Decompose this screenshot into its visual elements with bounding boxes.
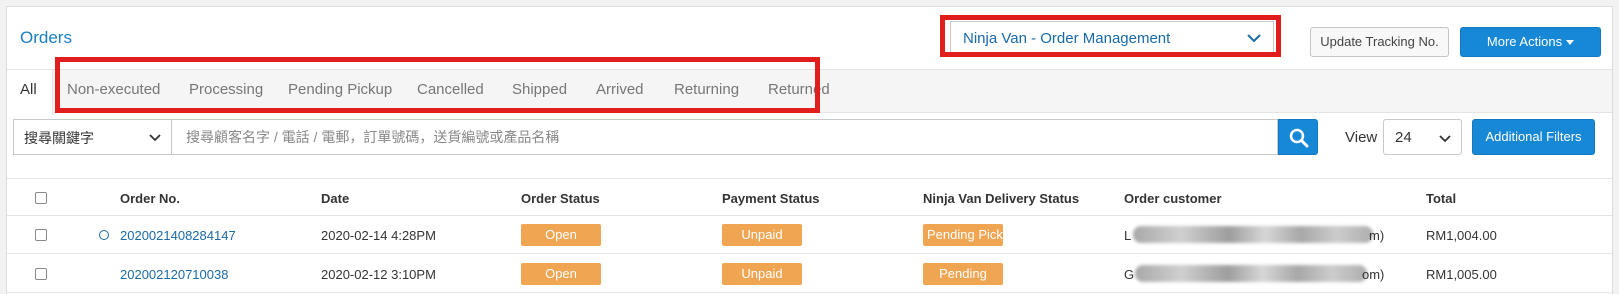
keyword-select-value: 搜尋關鍵字 [24, 130, 94, 146]
view-label: View [1345, 129, 1378, 146]
customer-name-end: om) [1362, 267, 1385, 282]
customer-name-start: G [1124, 267, 1135, 282]
column-order-no[interactable]: Order No. [120, 191, 180, 206]
customer-name-end: m) [1369, 228, 1385, 243]
order-total: RM1,005.00 [1426, 267, 1497, 282]
additional-filters-button[interactable]: Additional Filters [1472, 119, 1595, 155]
status-tabbar: All Non-executed Processing Pending Pick… [7, 69, 1612, 115]
table-header: Order No. Date Order Status Payment Stat… [7, 178, 1612, 216]
more-actions-label: More Actions [1486, 34, 1563, 49]
more-actions-button[interactable]: More Actions [1460, 27, 1601, 57]
update-tracking-button[interactable]: Update Tracking No. [1310, 27, 1449, 57]
column-date[interactable]: Date [321, 191, 349, 206]
order-number-link[interactable]: 202002120710038 [120, 267, 228, 282]
order-date: 2020-02-12 3:10PM [321, 267, 436, 282]
search-input[interactable] [171, 119, 1278, 155]
chevron-down-icon [1439, 135, 1451, 143]
channel-select-value: Ninja Van - Order Management [963, 30, 1171, 47]
customer-name-start: L [1124, 228, 1132, 243]
order-status-badge: Open [521, 263, 601, 285]
delivery-status-badge: Pending [923, 263, 1003, 285]
page-title: Orders [20, 28, 72, 47]
column-total[interactable]: Total [1426, 191, 1456, 206]
delivery-status-badge: Pending Pickup [923, 224, 1003, 246]
table-row[interactable]: 202002120710038 2020-02-12 3:10PM Open U… [7, 255, 1612, 293]
keyword-select[interactable]: 搜尋關鍵字 [13, 119, 171, 155]
tab-returned[interactable]: Returned [768, 81, 830, 98]
tab-shipped[interactable]: Shipped [512, 81, 567, 98]
tab-processing[interactable]: Processing [189, 81, 263, 98]
tab-arrived[interactable]: Arrived [596, 81, 644, 98]
order-total: RM1,004.00 [1426, 228, 1497, 243]
table-row[interactable]: 2020021408284147 2020-02-14 4:28PM Open … [7, 216, 1612, 254]
search-icon [1289, 128, 1309, 148]
order-number-link[interactable]: 2020021408284147 [120, 228, 236, 243]
status-circle-icon [99, 230, 109, 240]
view-count-value: 24 [1395, 129, 1412, 146]
tab-returning[interactable]: Returning [674, 81, 739, 98]
chevron-down-icon [149, 134, 161, 142]
customer-redaction [1135, 265, 1367, 282]
column-order-status[interactable]: Order Status [521, 191, 600, 206]
channel-select[interactable]: Ninja Van - Order Management [950, 21, 1274, 55]
order-date: 2020-02-14 4:28PM [321, 228, 436, 243]
row-checkbox[interactable] [35, 268, 47, 280]
search-button[interactable] [1278, 119, 1318, 155]
tab-cancelled[interactable]: Cancelled [417, 81, 484, 98]
row-checkbox[interactable] [35, 229, 47, 241]
payment-status-badge: Unpaid [722, 263, 802, 285]
select-all-checkbox[interactable] [35, 192, 47, 204]
order-status-badge: Open [521, 224, 601, 246]
caret-down-icon [1566, 40, 1575, 46]
column-delivery-status[interactable]: Ninja Van Delivery Status [923, 191, 1079, 206]
tab-non-executed[interactable]: Non-executed [67, 81, 160, 98]
payment-status-badge: Unpaid [722, 224, 802, 246]
column-payment-status[interactable]: Payment Status [722, 191, 820, 206]
tab-all[interactable]: All [20, 81, 37, 98]
customer-redaction [1133, 226, 1373, 243]
column-order-customer[interactable]: Order customer [1124, 191, 1222, 206]
tab-pending-pickup[interactable]: Pending Pickup [288, 81, 392, 98]
chevron-down-icon [1247, 34, 1261, 43]
view-count-select[interactable]: 24 [1383, 119, 1462, 155]
